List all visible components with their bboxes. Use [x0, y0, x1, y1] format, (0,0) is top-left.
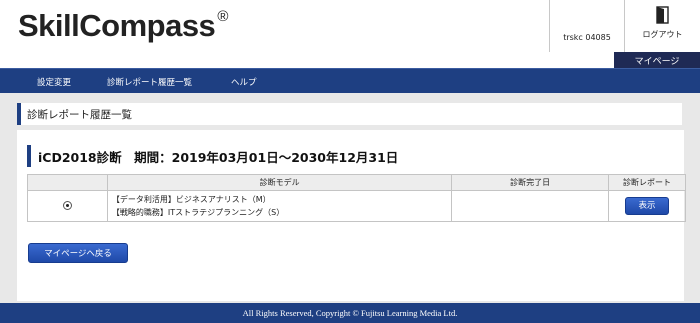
logout-button[interactable]: ログアウト	[625, 0, 700, 52]
logout-label: ログアウト	[642, 30, 683, 39]
header: SkillCompass ® trskc 04085 ログアウト	[0, 0, 700, 52]
page-title-text: 診断レポート履歴一覧	[27, 108, 132, 121]
user-id-box: trskc 04085	[549, 0, 625, 52]
report-history-table: 診断モデル 診断完了日 診断レポート 【データ利活用】ビジネスアナリスト（M） …	[27, 174, 686, 222]
back-to-mypage-button[interactable]: マイページへ戻る	[28, 243, 128, 263]
period-title-text: iCD2018診断 期間：2019年03月01日～2030年12月31日	[38, 149, 399, 165]
report-cell: 表示	[608, 190, 686, 222]
mypage-tab[interactable]: マイページ	[614, 52, 700, 68]
page-title: 診断レポート履歴一覧	[17, 103, 682, 125]
registered-mark: ®	[217, 7, 228, 25]
footer: All Rights Reserved, Copyright © Fujitsu…	[0, 303, 700, 323]
row-radio-button[interactable]	[62, 200, 72, 210]
user-id: trskc 04085	[563, 33, 611, 42]
select-cell	[27, 190, 108, 222]
nav-item-help[interactable]: ヘルプ	[231, 69, 257, 94]
copyright-text: All Rights Reserved, Copyright © Fujitsu…	[242, 308, 458, 318]
table-row: 【データ利活用】ビジネスアナリスト（M） 【戦略的職務】ITストラテジプランニン…	[27, 190, 686, 222]
col-select	[27, 174, 108, 191]
logo-text: SkillCompass	[18, 8, 216, 43]
col-completed-date: 診断完了日	[451, 174, 610, 191]
col-model: 診断モデル	[106, 174, 453, 191]
nav-item-report-history[interactable]: 診断レポート履歴一覧	[107, 69, 192, 94]
main-nav: 設定変更 診断レポート履歴一覧 ヘルプ	[0, 68, 700, 93]
view-report-button[interactable]: 表示	[625, 197, 670, 215]
back-button-label: マイページへ戻る	[44, 249, 112, 259]
table-header-row: 診断モデル 診断完了日 診断レポート	[27, 174, 686, 191]
model-line-1: 【データ利活用】ビジネスアナリスト（M）	[111, 195, 271, 204]
skillcompass-logo[interactable]: SkillCompass ®	[18, 8, 228, 44]
col-report: 診断レポート	[608, 174, 686, 191]
model-line-2: 【戦略的職務】ITストラテジプランニング（S）	[111, 208, 285, 217]
completed-date-cell	[451, 190, 610, 222]
nav-item-settings[interactable]: 設定変更	[37, 69, 71, 94]
model-cell: 【データ利活用】ビジネスアナリスト（M） 【戦略的職務】ITストラテジプランニン…	[106, 190, 453, 222]
period-title: iCD2018診断 期間：2019年03月01日～2030年12月31日	[27, 145, 398, 167]
door-exit-icon	[655, 6, 669, 24]
